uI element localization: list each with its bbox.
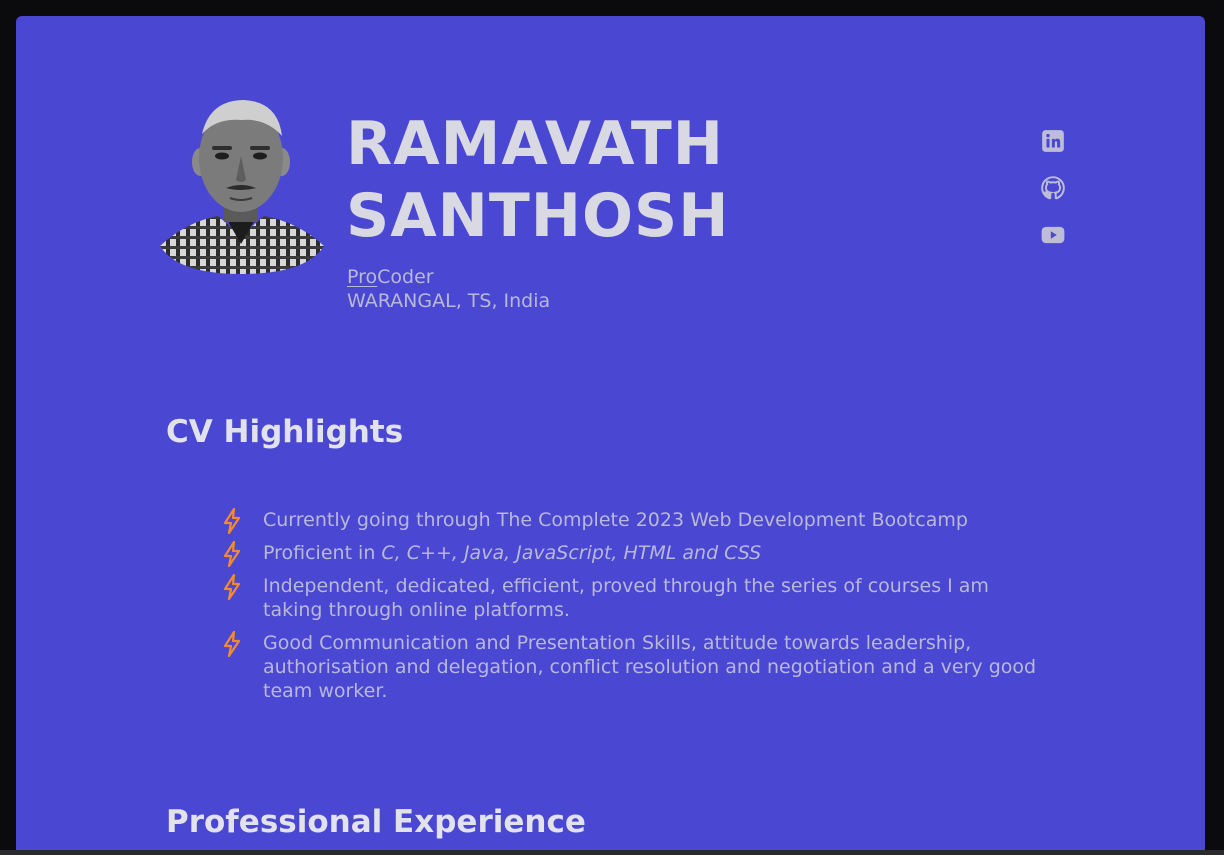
last-name: SANTHOSH: [346, 181, 730, 251]
social-links: [1040, 128, 1070, 269]
role-pro-link[interactable]: Pro: [347, 266, 377, 288]
highlight-text: Currently going through The Complete 202…: [263, 509, 968, 531]
lightning-icon: [223, 508, 241, 534]
highlight-text: Proficient in: [263, 542, 382, 564]
list-item: Independent, dedicated, efficient, prove…: [221, 574, 1051, 622]
cv-card: RAMAVATH SANTHOSH ProCoder WARANGAL, TS,…: [16, 16, 1205, 850]
highlights-list: Currently going through The Complete 202…: [221, 508, 1051, 712]
youtube-icon[interactable]: [1040, 222, 1066, 248]
first-name: RAMAVATH: [346, 109, 724, 179]
linkedin-icon[interactable]: [1040, 128, 1066, 154]
github-icon[interactable]: [1040, 175, 1066, 201]
lightning-icon: [223, 574, 241, 600]
lightning-icon: [223, 631, 241, 657]
profile-name: RAMAVATH SANTHOSH: [346, 108, 729, 252]
window-bottom-edge: [0, 850, 1224, 855]
profile-photo: [160, 100, 324, 274]
highlight-languages: C, C++, Java, JavaScript, HTML and CSS: [381, 542, 762, 564]
list-item: Proficient in C, C++, Java, JavaScript, …: [221, 541, 1051, 567]
profile-location: WARANGAL, TS, India: [347, 290, 551, 312]
cv-highlights-heading: CV Highlights: [166, 414, 404, 450]
highlight-text: Independent, dedicated, efficient, prove…: [263, 575, 989, 621]
profile-role: ProCoder: [347, 265, 434, 289]
list-item: Good Communication and Presentation Skil…: [221, 631, 1051, 703]
highlight-text: Good Communication and Presentation Skil…: [263, 632, 1037, 702]
role-rest: Coder: [377, 266, 434, 288]
list-item: Currently going through The Complete 202…: [221, 508, 1051, 534]
lightning-icon: [223, 541, 241, 567]
professional-experience-heading: Professional Experience: [166, 804, 586, 840]
